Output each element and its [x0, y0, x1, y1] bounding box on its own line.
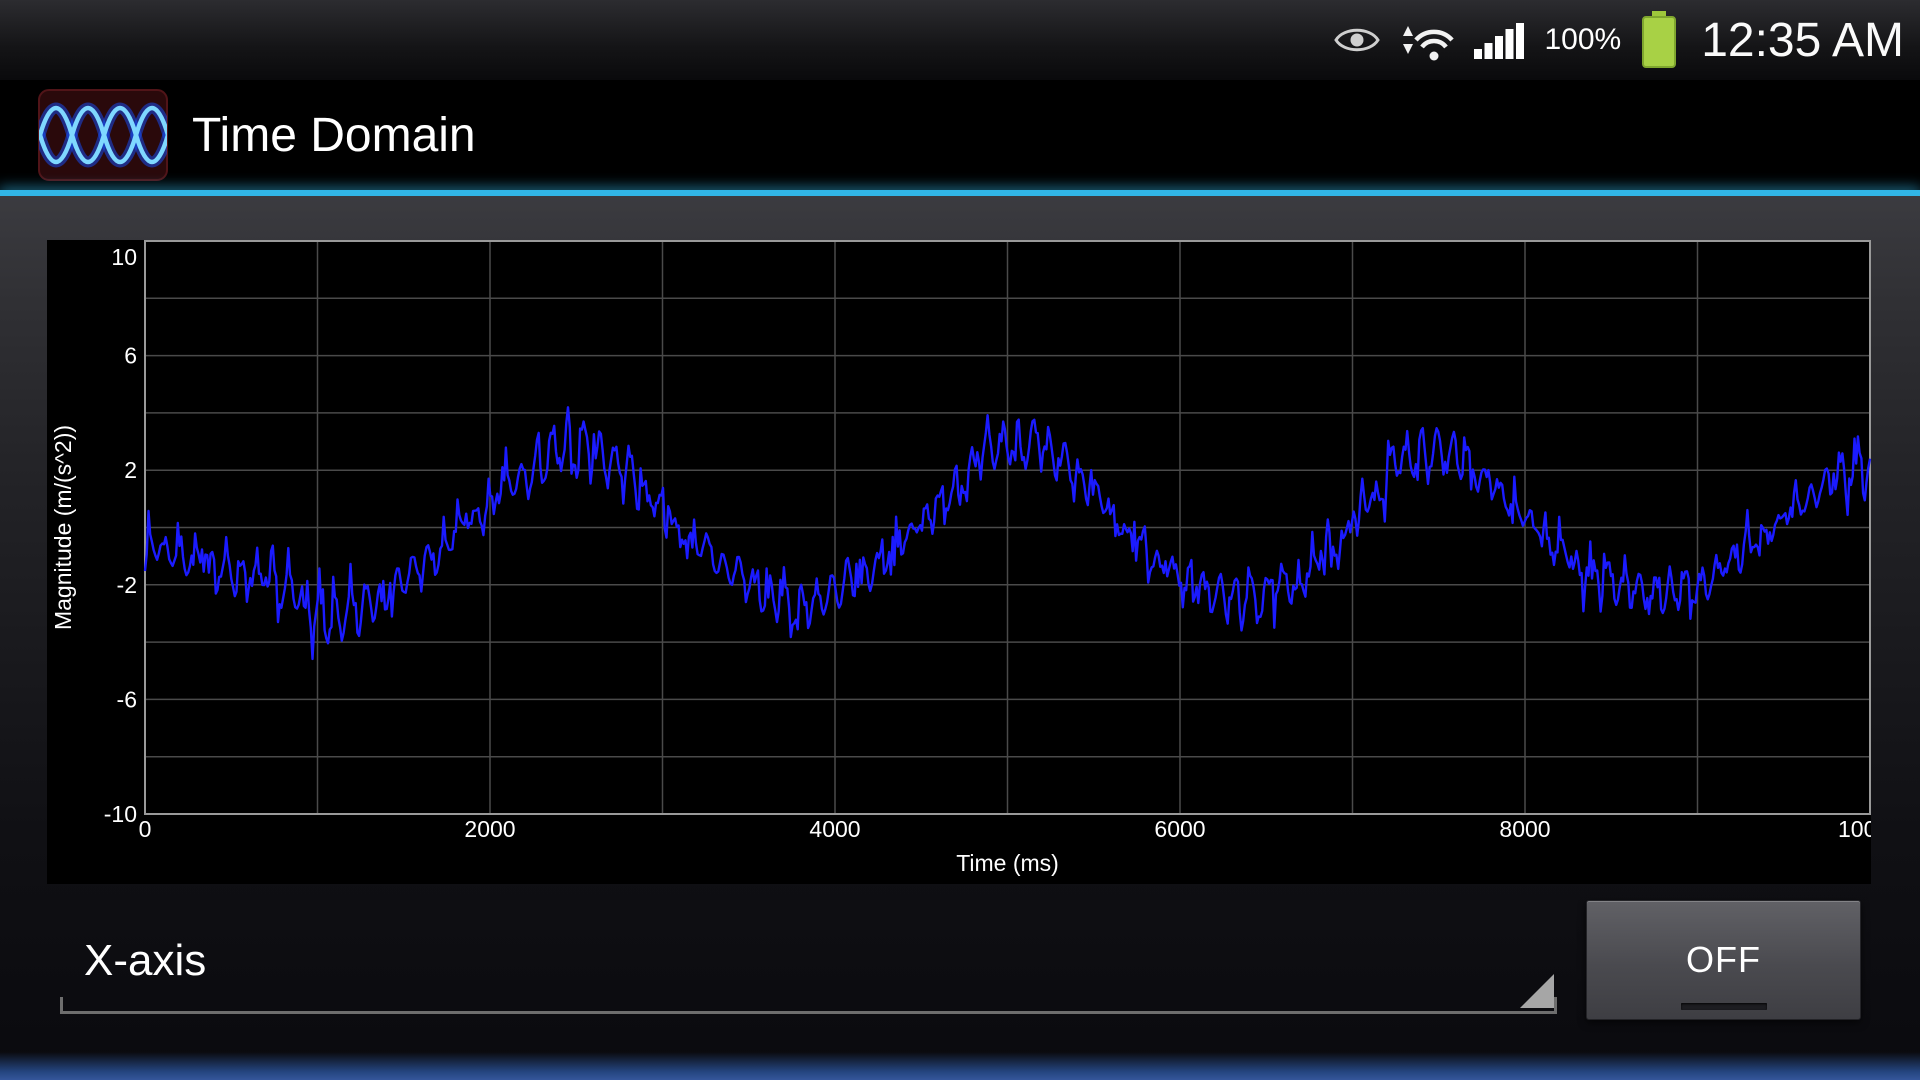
action-bar: Time Domain: [0, 80, 1920, 190]
x-axis-title: Time (ms): [956, 850, 1059, 876]
svg-text:8000: 8000: [1499, 816, 1550, 842]
axis-tick-labels: 0 2000 4000 6000 8000 10000 10 6 2 -2 -6 -10: [104, 244, 1871, 842]
svg-text:10000: 10000: [1838, 816, 1871, 842]
off-toggle-button[interactable]: OFF: [1586, 900, 1861, 1020]
chart-grid: [145, 241, 1870, 814]
signal-strength-icon: [1474, 21, 1524, 59]
svg-text:6: 6: [124, 343, 137, 369]
spinner-selected-value: X-axis: [84, 936, 206, 986]
svg-text:10: 10: [111, 244, 137, 270]
y-axis-title: Magnitude (m/(s^2)): [50, 425, 76, 630]
svg-text:0: 0: [139, 816, 152, 842]
svg-text:-10: -10: [104, 801, 137, 827]
toggle-label: OFF: [1686, 939, 1761, 981]
spinner-dropdown-triangle-icon: [1520, 974, 1554, 1008]
chart-svg: 0 2000 4000 6000 8000 10000 10 6 2 -2 -6 -10 Time (m…: [47, 240, 1871, 884]
battery-icon: [1641, 11, 1677, 69]
svg-text:4000: 4000: [809, 816, 860, 842]
svg-text:-6: -6: [117, 686, 137, 712]
battery-percent: 100%: [1544, 23, 1621, 57]
content-area: 0 2000 4000 6000 8000 10000 10 6 2 -2 -6 -10 Time (m…: [0, 196, 1920, 1080]
android-screen: 100% 12:35 AM Time Domain: [0, 0, 1920, 1080]
status-bar: 100% 12:35 AM: [0, 0, 1920, 80]
x-axis-spinner[interactable]: X-axis: [60, 910, 1557, 1014]
status-clock: 12:35 AM: [1701, 13, 1904, 68]
toggle-state-indicator: [1681, 1003, 1767, 1010]
app-title: Time Domain: [192, 108, 476, 163]
svg-text:2: 2: [124, 457, 137, 483]
bottom-gradient: [0, 1052, 1920, 1080]
svg-text:-2: -2: [117, 572, 137, 598]
time-domain-chart: 0 2000 4000 6000 8000 10000 10 6 2 -2 -6 -10 Time (m…: [47, 240, 1871, 884]
app-icon-sine-waves: [38, 89, 168, 181]
svg-text:6000: 6000: [1154, 816, 1205, 842]
svg-text:2000: 2000: [464, 816, 515, 842]
wifi-icon: [1400, 18, 1454, 62]
smart-stay-eye-icon: [1334, 24, 1380, 56]
